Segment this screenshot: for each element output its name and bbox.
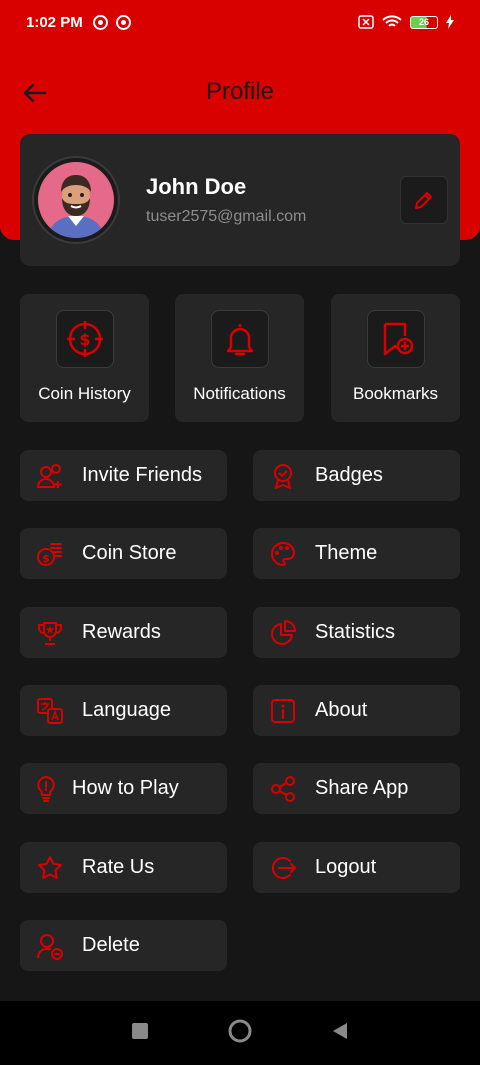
language-button[interactable]: Language [20,685,227,736]
translate-icon [37,698,63,724]
coin-store-button[interactable]: $ Coin Store [20,528,227,579]
notification-icon [92,14,108,30]
invite-friends-button[interactable]: Invite Friends [20,450,227,501]
tile-label: Coin History [38,384,131,403]
theme-button[interactable]: Theme [253,528,460,579]
delete-user-icon [37,934,63,960]
tile-label: Notifications [193,384,286,403]
svg-text:$: $ [79,330,90,349]
menu-label: Language [82,699,171,721]
menu-label: About [315,699,368,721]
how-to-play-button[interactable]: How to Play [20,763,227,814]
menu-label: How to Play [72,777,179,799]
notification-icon [115,14,131,30]
star-icon [38,856,62,879]
avatar[interactable] [32,156,120,244]
menu-label: Rewards [82,621,161,643]
bookmarks-tile[interactable]: Bookmarks [331,294,460,422]
info-icon [271,699,295,723]
battery-icon: 26 [410,15,438,29]
menu-label: Logout [315,856,377,878]
badge-icon [274,464,292,489]
notifications-tile[interactable]: Notifications [175,294,304,422]
rewards-button[interactable]: Rewards [20,607,227,658]
status-time: 1:02 PM [26,13,83,31]
triangle-back-icon [333,1022,347,1039]
square-icon [132,1022,148,1039]
system-nav-bar [0,1001,480,1065]
coin-history-icon: $ [67,321,103,357]
pencil-icon [415,192,432,209]
badges-button[interactable]: Badges [253,450,460,501]
title-row: Profile [0,66,480,118]
menu-label: Invite Friends [82,464,203,486]
back-arrow-icon[interactable] [20,78,50,108]
menu-label: Badges [315,464,383,486]
menu-label: Share App [315,777,409,799]
bookmarks-icon-box [367,310,425,368]
lightbulb-icon [37,775,55,802]
invite-friends-icon [36,464,62,488]
notifications-icon-box [211,310,269,368]
share-icon [271,776,295,802]
statistics-button[interactable]: Statistics [253,607,460,658]
bookmark-add-icon [383,322,414,356]
user-email: tuser2575@gmail.com [146,208,307,225]
page-title: Profile [205,78,275,105]
tile-label: Bookmarks [352,384,439,403]
coin-store-icon: $ [37,543,62,566]
user-name: John Doe [146,174,247,199]
pie-chart-icon [271,620,296,645]
coin-history-icon-box: $ [56,310,114,368]
menu-label: Rate Us [82,856,155,878]
charging-icon [446,15,454,29]
trophy-icon [38,622,62,645]
palette-icon [271,541,296,567]
home-button[interactable] [227,1018,253,1049]
delete-button[interactable]: Delete [20,920,227,971]
menu-label: Theme [315,542,378,564]
coin-history-tile[interactable]: $ Coin History [20,294,149,422]
sim-icon [358,15,374,29]
about-button[interactable]: About [253,685,460,736]
status-bar: 1:02 PM 26 [0,0,480,44]
recents-button[interactable] [131,1022,149,1045]
logout-button[interactable]: Logout [253,842,460,893]
svg-text:$: $ [42,552,50,565]
wifi-icon [382,15,402,27]
rate-us-button[interactable]: Rate Us [20,842,227,893]
circle-icon [228,1019,252,1042]
menu-label: Statistics [315,621,396,643]
edit-profile-button[interactable] [400,176,448,224]
logout-icon [271,857,296,879]
avatar-image [38,162,114,238]
share-app-button[interactable]: Share App [253,763,460,814]
profile-card: John Doe tuser2575@gmail.com [20,134,460,266]
back-button[interactable] [331,1022,349,1045]
menu-label: Delete [82,934,140,956]
menu-label: Coin Store [82,542,177,564]
bell-icon [226,324,254,356]
